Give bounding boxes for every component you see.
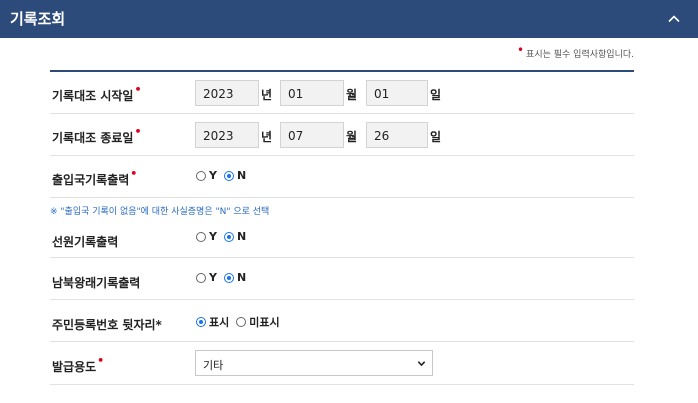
immigration-radio-group: Y N <box>196 169 253 182</box>
required-star-icon: • <box>134 83 142 96</box>
rrn-radio-hide[interactable]: 미표시 <box>236 314 280 330</box>
collapse-button[interactable] <box>650 0 698 38</box>
row-start-date: 기록대조 시작일• 2023 년 01 월 01 일 <box>50 72 634 114</box>
rrn-suffix-radio-group: 표시 미표시 <box>196 314 287 330</box>
end-day-input[interactable]: 26 <box>366 122 428 148</box>
chevron-up-icon <box>668 15 680 23</box>
rrn-suffix-label: 주민등록번호 뒷자리* <box>52 318 162 332</box>
required-star-icon: • <box>516 43 525 57</box>
row-immigration: 출입국기록출력• Y N <box>50 156 634 198</box>
interkorean-radio-group: Y N <box>196 271 253 284</box>
start-day-input[interactable]: 01 <box>366 80 428 106</box>
purpose-select[interactable]: 기타 <box>195 350 433 376</box>
end-year-input[interactable]: 2023 <box>195 122 259 148</box>
rrn-radio-show[interactable]: 표시 <box>196 314 229 330</box>
immigration-note: ※ "출입국 기록이 없음"에 대한 사실증명은 "N" 으로 선택 <box>50 207 270 217</box>
row-purpose: 발급용도• 기타 <box>50 342 634 385</box>
end-day-unit: 일 <box>430 130 442 144</box>
immigration-radio-n[interactable]: N <box>223 169 246 182</box>
row-interkorean: 남북왕래기록출력 Y N <box>50 258 634 300</box>
start-day-unit: 일 <box>430 88 442 102</box>
start-month-unit: 월 <box>346 88 358 102</box>
required-star-icon: • <box>130 167 138 180</box>
seaman-radio-n[interactable]: N <box>223 230 246 243</box>
purpose-label: 발급용도• <box>52 354 105 374</box>
row-seaman: 선원기록출력 Y N <box>50 218 634 258</box>
section-title: 기록조회 <box>10 10 66 28</box>
start-year-input[interactable]: 2023 <box>195 80 259 106</box>
end-date-label: 기록대조 종료일• <box>52 125 142 145</box>
seaman-radio-group: Y N <box>196 230 253 243</box>
chevron-down-icon <box>417 361 426 367</box>
start-year-unit: 년 <box>261 88 273 102</box>
end-year-unit: 년 <box>261 130 273 144</box>
end-month-input[interactable]: 07 <box>280 122 344 148</box>
interkorean-radio-y[interactable]: Y <box>196 271 217 284</box>
required-star-icon: • <box>134 125 142 138</box>
interkorean-label: 남북왕래기록출력 <box>52 276 141 290</box>
immigration-label: 출입국기록출력• <box>52 167 138 187</box>
immigration-radio-y[interactable]: Y <box>196 169 217 182</box>
seaman-label: 선원기록출력 <box>52 235 119 249</box>
row-end-date: 기록대조 종료일• 2023 년 07 월 26 일 <box>50 114 634 156</box>
start-date-label: 기록대조 시작일• <box>52 83 142 103</box>
seaman-radio-y[interactable]: Y <box>196 230 217 243</box>
section-header: 기록조회 <box>0 0 698 38</box>
end-month-unit: 월 <box>346 130 358 144</box>
required-note: • 표시는 필수 입력사항입니다. <box>516 43 634 60</box>
row-rrn-suffix: 주민등록번호 뒷자리* 표시 미표시 <box>50 300 634 342</box>
required-star-icon: • <box>97 354 105 367</box>
start-month-input[interactable]: 01 <box>280 80 344 106</box>
interkorean-radio-n[interactable]: N <box>223 271 246 284</box>
